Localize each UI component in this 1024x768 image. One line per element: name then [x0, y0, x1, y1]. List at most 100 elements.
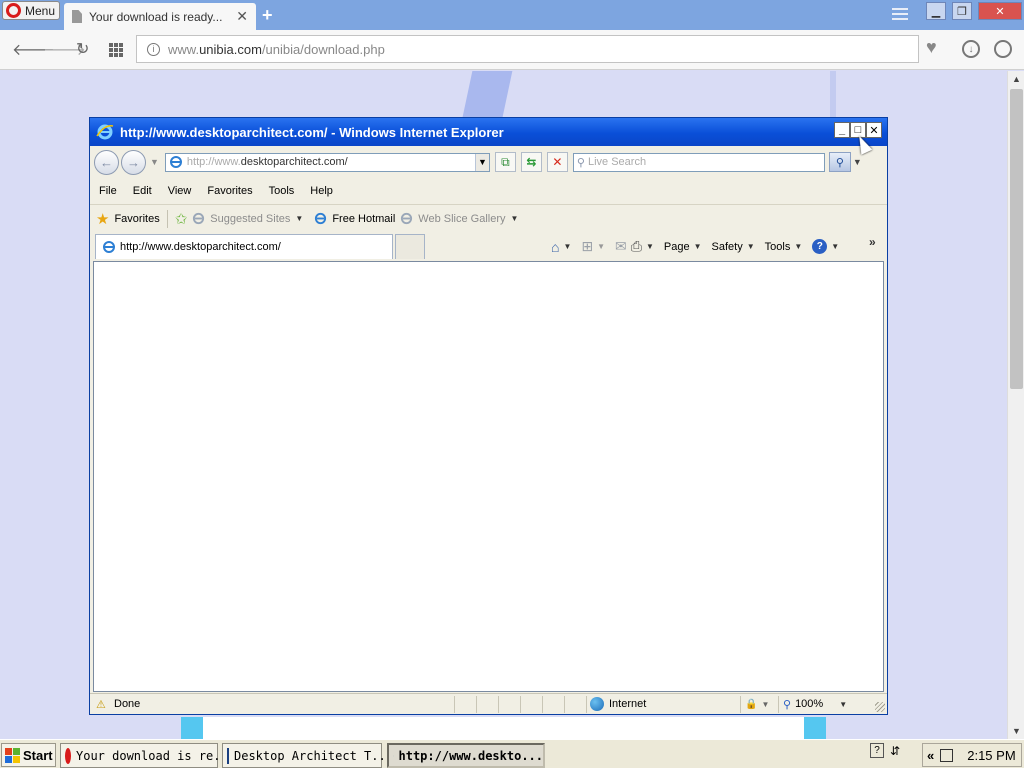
zoom-control[interactable]: ⚲ 100% ▼ [778, 695, 847, 713]
scroll-down-arrow-icon[interactable]: ▼ [1012, 726, 1021, 736]
ie-status-bar: ⚠ Done Internet 🔒 ▼ ⚲ 100% ▼ [90, 693, 887, 714]
search-options-dropdown-icon[interactable]: ▼ [853, 157, 862, 167]
ie-page-content[interactable] [93, 261, 884, 692]
taskbar-task-label: Your download is re... [76, 748, 235, 763]
opera-tab[interactable]: Your download is ready... ✕ [64, 3, 256, 30]
status-pane [520, 695, 542, 713]
ie-titlebar[interactable]: http://www.desktoparchitect.com/ - Windo… [90, 118, 887, 146]
favorites-button[interactable]: Favorites [114, 213, 159, 225]
protected-mode-indicator[interactable]: 🔒 ▼ [740, 695, 778, 713]
free-hotmail-link[interactable]: Free Hotmail [332, 213, 395, 225]
opera-address-field[interactable]: i www.unibia.com/unibia/download.php [136, 35, 919, 63]
add-to-favorites-icon[interactable]: ✩ [175, 210, 188, 228]
show-hidden-icons-chevron-icon[interactable]: « [927, 748, 934, 763]
download-icon[interactable]: ↓ [962, 40, 980, 58]
ie-search-field[interactable]: ⚲ Live Search [572, 152, 825, 172]
page-scrollbar[interactable]: ▲ ▼ [1007, 71, 1024, 739]
print-icon[interactable]: ⎙ [631, 238, 642, 255]
tools-menu-button[interactable]: Tools [765, 241, 791, 253]
system-tray: ? ⇵ [870, 743, 900, 758]
search-placeholder: Live Search [587, 156, 647, 168]
page-menu-button[interactable]: Page [664, 241, 690, 253]
tab-close-icon[interactable]: ✕ [236, 8, 248, 25]
tools-dropdown-icon[interactable]: ▼ [794, 242, 802, 251]
menu-tools[interactable]: Tools [269, 185, 295, 197]
web-slice-gallery-link[interactable]: Web Slice Gallery [418, 213, 505, 225]
page-decor-block-right [804, 717, 826, 739]
feeds-icon[interactable]: ⊞ [581, 238, 593, 255]
menu-help[interactable]: Help [310, 185, 333, 197]
web-slice-dropdown-icon[interactable]: ▼ [511, 214, 519, 223]
safety-menu-button[interactable]: Safety [712, 241, 743, 253]
ie-address-field[interactable]: http://www.desktoparchitect.com/ ▼ [164, 152, 490, 172]
taskbar-task-label: http://www.deskto... [398, 748, 544, 763]
network-tray-icon[interactable]: ⇵ [890, 744, 900, 758]
ie-menu-bar: File Edit View Favorites Tools Help [90, 178, 887, 204]
tray-window-icon[interactable] [940, 748, 954, 762]
page-dropdown-icon[interactable]: ▼ [694, 242, 702, 251]
ie-tab-title: http://www.desktoparchitect.com/ [120, 241, 281, 253]
menu-file[interactable]: File [99, 185, 117, 197]
zoom-dropdown-icon[interactable]: ▼ [839, 700, 847, 709]
new-tab-plus-icon[interactable]: + [262, 5, 273, 26]
ie-url-text: http://www.desktoparchitect.com/ [186, 156, 348, 168]
heart-bookmark-icon[interactable]: ♥ [926, 37, 937, 58]
site-info-icon[interactable]: i [147, 42, 160, 56]
home-icon[interactable]: ⌂ [551, 239, 559, 255]
help-tray-icon[interactable]: ? [870, 743, 884, 758]
favorites-star-icon: ★ [96, 210, 110, 228]
scrollbar-thumb[interactable] [1010, 89, 1023, 389]
reload-icon[interactable]: ↻ [76, 39, 89, 59]
suggested-sites-dropdown-icon[interactable]: ▼ [295, 214, 303, 223]
toolbar-overflow-chevron-icon[interactable]: » [869, 235, 876, 249]
menu-view[interactable]: View [168, 185, 192, 197]
help-dropdown-icon[interactable]: ▼ [831, 242, 839, 251]
ie-address-toolbar: ← → ▼ http://www.desktoparchitect.com/ ▼… [90, 146, 887, 178]
account-icon[interactable] [994, 40, 1012, 58]
opera-menu-button[interactable]: Menu [2, 1, 60, 20]
taskbar-task-desktop-architect[interactable]: Desktop Architect T... [222, 743, 393, 768]
taskbar-clock[interactable]: 2:15 PM [967, 748, 1015, 763]
suggested-sites-link[interactable]: Suggested Sites [210, 213, 290, 225]
page-ie-icon [169, 156, 182, 168]
refresh-icon[interactable]: ⇆ [520, 152, 542, 172]
ie-back-icon[interactable]: ← [94, 149, 119, 175]
zoom-magnifier-icon: ⚲ [783, 698, 792, 711]
ie-minimize-button[interactable]: _ [834, 122, 850, 138]
web-slice-ie-icon [401, 212, 413, 225]
scroll-up-arrow-icon[interactable]: ▲ [1012, 74, 1021, 84]
protected-mode-dropdown-icon[interactable]: ▼ [761, 700, 769, 709]
speed-dial-grid-icon[interactable] [109, 43, 123, 57]
windows-logo-icon [5, 747, 20, 763]
menu-edit[interactable]: Edit [133, 185, 152, 197]
window-close-button[interactable]: ✕ [978, 2, 1022, 20]
ie-new-tab-button[interactable] [395, 234, 425, 259]
safety-dropdown-icon[interactable]: ▼ [747, 242, 755, 251]
tab-menu-icon[interactable] [892, 8, 908, 22]
read-mail-icon[interactable]: ✉ [615, 238, 627, 255]
window-minimize-button[interactable]: ▁ [926, 2, 946, 20]
start-button[interactable]: Start [1, 743, 56, 767]
opera-url-text: www.unibia.com/unibia/download.php [168, 41, 385, 57]
ie-close-button[interactable]: ✕ [866, 122, 882, 138]
taskbar: Start Your download is re... Desktop Arc… [0, 739, 1024, 768]
search-go-icon[interactable]: ⚲ [828, 152, 851, 172]
help-icon[interactable]: ? [812, 239, 828, 254]
taskbar-task-opera[interactable]: Your download is re... [60, 743, 235, 768]
ie-forward-icon[interactable]: → [121, 149, 146, 175]
ie-tab[interactable]: http://www.desktoparchitect.com/ [95, 234, 393, 259]
recent-pages-dropdown-icon[interactable]: ▼ [150, 157, 159, 167]
menu-favorites[interactable]: Favorites [207, 185, 252, 197]
address-dropdown-icon[interactable]: ▼ [474, 153, 489, 171]
home-dropdown-icon[interactable]: ▼ [563, 242, 571, 251]
protected-mode-icon: 🔒 [745, 698, 758, 710]
resize-grip-icon[interactable] [875, 702, 885, 712]
feeds-dropdown-icon[interactable]: ▼ [597, 242, 605, 251]
compatibility-view-icon[interactable]: ⧉ [494, 152, 516, 172]
window-restore-button[interactable]: ❐ [952, 2, 972, 20]
tab-ie-icon [103, 241, 115, 253]
print-dropdown-icon[interactable]: ▼ [646, 242, 654, 251]
stop-icon[interactable]: ✕ [546, 152, 568, 172]
security-zone[interactable]: Internet [586, 695, 740, 713]
taskbar-task-ie[interactable]: http://www.deskto... [387, 743, 545, 768]
